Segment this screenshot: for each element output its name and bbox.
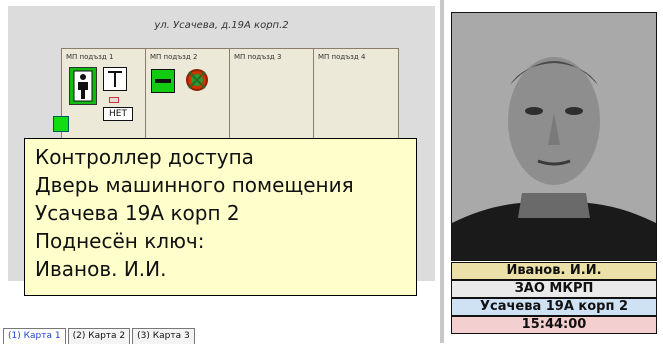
tooltip-key-label: Поднесён ключ: [35, 229, 205, 253]
tooltip-door: Дверь машинного помещения [35, 173, 354, 197]
door-bar [155, 79, 171, 83]
turnstile-icon[interactable] [103, 67, 127, 91]
map-panel: ул. Усачева, д.19А корп.2 МП подъзд 1 НЕ… [0, 0, 440, 344]
controller-status-indicator[interactable] [53, 116, 69, 132]
section-label-3: МП подъзд 3 [234, 53, 282, 61]
tooltip-key-owner: Иванов. И.И. [35, 257, 167, 281]
alarm-icon[interactable] [186, 69, 208, 91]
person-photo [451, 12, 657, 261]
section-label-4: МП подъзд 4 [318, 53, 366, 61]
panel-divider[interactable] [440, 0, 444, 343]
event-time: 15:44:00 [451, 316, 657, 334]
section-label-2: МП подъзд 2 [150, 53, 198, 61]
tab-map-3[interactable]: (3) Карта 3 [132, 328, 195, 344]
person-name: Иванов. И.И. [451, 262, 657, 280]
event-tooltip: Контроллер доступа Дверь машинного помещ… [24, 138, 417, 296]
person-panel: Иванов. И.И. ЗАО МКРП Усачева 19А корп 2… [447, 0, 661, 343]
tooltip-address: Усачева 19А корп 2 [35, 201, 240, 225]
tooltip-device: Контроллер доступа [35, 145, 254, 169]
card-reader-icon [109, 97, 119, 103]
building-address: ул. Усачева, д.19А корп.2 [154, 20, 289, 31]
person-address: Усачева 19А корп 2 [451, 298, 657, 316]
tab-map-2[interactable]: (2) Карта 2 [67, 328, 131, 344]
section-label-1: МП подъзд 1 [66, 53, 114, 61]
person-passage-icon[interactable] [69, 67, 97, 105]
person-company: ЗАО МКРП [451, 280, 657, 298]
tab-map-1[interactable]: (1) Карта 1 [3, 328, 66, 344]
net-badge: НЕТ [103, 107, 133, 121]
map-tabs: (1) Карта 1 (2) Карта 2 (3) Карта 3 [3, 328, 197, 344]
door-icon[interactable] [151, 69, 175, 93]
